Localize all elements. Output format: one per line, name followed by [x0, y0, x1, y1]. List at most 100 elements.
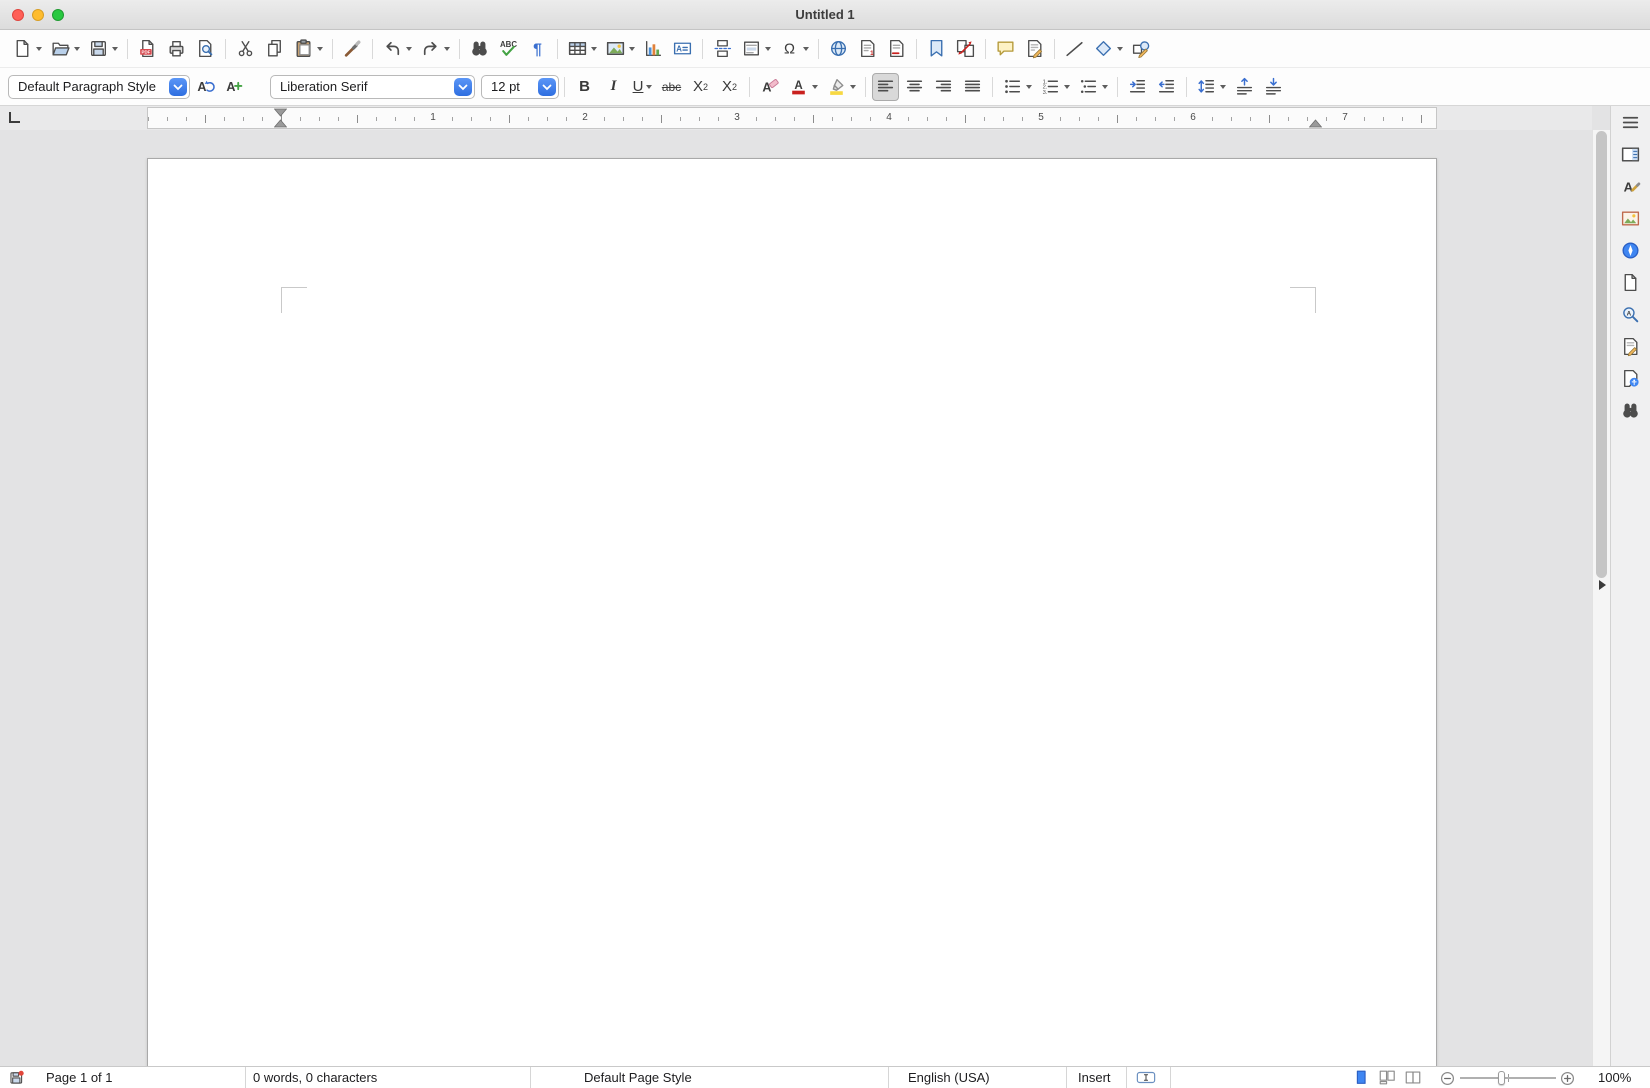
new-style-button[interactable]: A	[220, 73, 247, 101]
underline-button[interactable]: U	[629, 73, 656, 101]
zoom-slider-thumb[interactable]	[1498, 1071, 1505, 1085]
sidebar-item-manage-changes[interactable]	[1616, 333, 1646, 359]
comment-button[interactable]	[992, 35, 1019, 63]
sidebar-item-navigator[interactable]	[1616, 237, 1646, 263]
insert-table-button[interactable]	[564, 35, 600, 63]
redo-button[interactable]	[417, 35, 453, 63]
align-justified-button[interactable]	[959, 73, 986, 101]
page-style-status[interactable]: Default Page Style	[584, 1067, 692, 1088]
insert-mode-status[interactable]: Insert	[1078, 1067, 1111, 1088]
close-window-button[interactable]	[12, 9, 24, 21]
page-count-status[interactable]: Page 1 of 1	[46, 1067, 113, 1088]
footnote-button[interactable]: 1	[854, 35, 881, 63]
multi-page-view-button[interactable]	[1378, 1069, 1396, 1086]
insert-line-button[interactable]	[1061, 35, 1088, 63]
scrollbar-thumb[interactable]	[1596, 131, 1607, 578]
chevron-down-icon[interactable]	[454, 78, 472, 96]
basic-shapes-button[interactable]	[1090, 35, 1126, 63]
page-break-button[interactable]	[709, 35, 736, 63]
increase-indent-button[interactable]	[1124, 73, 1151, 101]
increase-paragraph-spacing-button[interactable]	[1231, 73, 1258, 101]
paste-button[interactable]	[290, 35, 326, 63]
sidebar-item-styles[interactable]: A	[1616, 173, 1646, 199]
word-count-status[interactable]: 0 words, 0 characters	[253, 1067, 377, 1088]
zoom-slider[interactable]	[1460, 1077, 1556, 1079]
right-indent-marker[interactable]	[1309, 107, 1322, 129]
highlight-color-button[interactable]	[823, 73, 859, 101]
sidebar-item-find[interactable]	[1616, 397, 1646, 423]
insert-image-button[interactable]	[602, 35, 638, 63]
copy-button[interactable]	[261, 35, 288, 63]
align-left-button[interactable]	[872, 73, 899, 101]
sidebar-item-accessibility-check[interactable]	[1616, 365, 1646, 391]
clear-formatting-button[interactable]: A	[756, 73, 783, 101]
zoom-window-button[interactable]	[52, 9, 64, 21]
open-button[interactable]	[47, 35, 83, 63]
track-changes-button[interactable]	[1021, 35, 1048, 63]
save-button[interactable]	[85, 35, 121, 63]
bullet-list-button[interactable]	[999, 73, 1035, 101]
export-pdf-button[interactable]: PDF	[134, 35, 161, 63]
print-button[interactable]	[163, 35, 190, 63]
bold-glyph: B	[579, 78, 590, 95]
special-character-button[interactable]: Ω	[776, 35, 812, 63]
undo-button[interactable]	[379, 35, 415, 63]
decrease-paragraph-spacing-button[interactable]	[1260, 73, 1287, 101]
split-view-arrow-icon[interactable]	[1599, 580, 1606, 590]
zoom-in-button[interactable]	[1560, 1071, 1575, 1086]
left-indent-marker[interactable]	[274, 107, 287, 129]
sidebar-settings-button[interactable]	[1616, 109, 1646, 135]
sidebar-item-gallery[interactable]	[1616, 205, 1646, 231]
superscript-button[interactable]: X2	[687, 73, 714, 101]
zoom-out-button[interactable]	[1440, 1071, 1455, 1086]
strikethrough-button[interactable]: abc	[658, 73, 685, 101]
chevron-down-icon[interactable]	[538, 78, 556, 96]
align-right-button[interactable]	[930, 73, 957, 101]
draw-functions-button[interactable]	[1128, 35, 1155, 63]
document-page[interactable]	[147, 158, 1437, 1066]
paragraph-style-combobox[interactable]: Default Paragraph Style	[8, 75, 190, 99]
tab-stop-type-selector[interactable]	[9, 112, 20, 123]
line-spacing-button[interactable]	[1193, 73, 1229, 101]
font-size-combobox[interactable]: 12 pt	[481, 75, 559, 99]
insert-textbox-button[interactable]: A	[669, 35, 696, 63]
selection-mode-status[interactable]	[1136, 1069, 1156, 1086]
sidebar-item-page[interactable]	[1616, 269, 1646, 295]
numbered-list-button[interactable]: 1.2.3.	[1037, 73, 1073, 101]
insert-chart-button[interactable]	[640, 35, 667, 63]
insert-field-button[interactable]	[738, 35, 774, 63]
font-color-button[interactable]: A	[785, 73, 821, 101]
clone-formatting-button[interactable]	[339, 35, 366, 63]
book-view-button[interactable]	[1404, 1069, 1422, 1086]
spelling-button[interactable]: ABC	[495, 35, 522, 63]
bookmark-button[interactable]	[923, 35, 950, 63]
vertical-scrollbar[interactable]	[1592, 130, 1610, 1066]
endnote-button[interactable]	[883, 35, 910, 63]
find-replace-button[interactable]	[466, 35, 493, 63]
sidebar-item-style-inspector[interactable]: A	[1616, 301, 1646, 327]
align-center-button[interactable]	[901, 73, 928, 101]
formatting-marks-button[interactable]: ¶	[524, 35, 551, 63]
minimize-window-button[interactable]	[32, 9, 44, 21]
document-area[interactable]	[0, 130, 1592, 1066]
chevron-down-icon[interactable]	[169, 78, 187, 96]
print-preview-button[interactable]	[192, 35, 219, 63]
language-status[interactable]: English (USA)	[908, 1067, 990, 1088]
document-save-status[interactable]	[8, 1069, 25, 1086]
hyperlink-button[interactable]	[825, 35, 852, 63]
subscript-button[interactable]: X2	[716, 73, 743, 101]
update-style-button[interactable]: A	[191, 73, 218, 101]
new-document-button[interactable]	[9, 35, 45, 63]
outline-list-button[interactable]	[1075, 73, 1111, 101]
cross-reference-button[interactable]	[952, 35, 979, 63]
zoom-level-status[interactable]: 100%	[1598, 1067, 1631, 1088]
single-page-view-button[interactable]	[1352, 1069, 1370, 1086]
cut-button[interactable]	[232, 35, 259, 63]
horizontal-ruler[interactable]: 1 2 3 4 5 6 7	[147, 107, 1437, 129]
italic-button[interactable]: I	[600, 73, 627, 101]
font-name-combobox[interactable]: Liberation Serif	[270, 75, 475, 99]
bold-button[interactable]: B	[571, 73, 598, 101]
sidebar-item-properties[interactable]	[1616, 141, 1646, 167]
decrease-indent-button[interactable]	[1153, 73, 1180, 101]
hyperlink-icon	[828, 38, 849, 59]
